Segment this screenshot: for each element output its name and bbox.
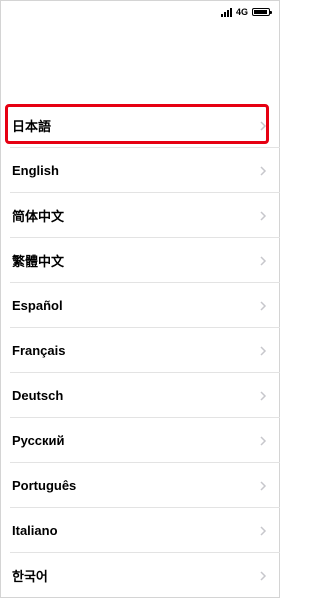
language-item-japanese[interactable]: 日本語 <box>0 103 280 148</box>
network-type-label: 4G <box>235 6 248 17</box>
language-label: Français <box>12 343 66 358</box>
language-label: 繁體中文 <box>12 254 65 269</box>
language-label: 简体中文 <box>12 209 65 224</box>
language-label: Español <box>12 298 63 313</box>
signal-icon <box>220 7 232 17</box>
language-item-russian[interactable]: Русский <box>0 418 280 463</box>
language-item-simplified-chinese[interactable]: 简体中文 <box>0 193 280 238</box>
language-item-french[interactable]: Français <box>0 328 280 373</box>
language-label: English <box>12 163 59 178</box>
language-item-spanish[interactable]: Español <box>0 283 280 328</box>
chevron-right-icon <box>260 120 267 131</box>
chevron-right-icon <box>260 570 267 581</box>
battery-icon <box>252 8 272 16</box>
language-label: Italiano <box>12 523 58 538</box>
chevron-right-icon <box>260 390 267 401</box>
chevron-right-icon <box>260 165 267 176</box>
chevron-right-icon <box>260 480 267 491</box>
status-bar: 4G <box>220 6 272 18</box>
language-label: Deutsch <box>12 388 64 403</box>
language-label: Português <box>12 478 77 493</box>
chevron-right-icon <box>260 210 267 221</box>
language-item-italian[interactable]: Italiano <box>0 508 280 553</box>
language-label: 한국어 <box>12 569 48 584</box>
chevron-right-icon <box>260 255 267 266</box>
chevron-right-icon <box>260 300 267 311</box>
chevron-right-icon <box>260 345 267 356</box>
language-list: 日本語 English 简体中文 繁體中文 Español Français D… <box>0 103 280 598</box>
chevron-right-icon <box>260 435 267 446</box>
language-item-portuguese[interactable]: Português <box>0 463 280 508</box>
language-label: Русский <box>12 433 65 448</box>
language-item-german[interactable]: Deutsch <box>0 373 280 418</box>
language-item-korean[interactable]: 한국어 <box>0 553 280 598</box>
chevron-right-icon <box>260 525 267 536</box>
language-label: 日本語 <box>12 119 52 134</box>
language-item-traditional-chinese[interactable]: 繁體中文 <box>0 238 280 283</box>
language-item-english[interactable]: English <box>0 148 280 193</box>
